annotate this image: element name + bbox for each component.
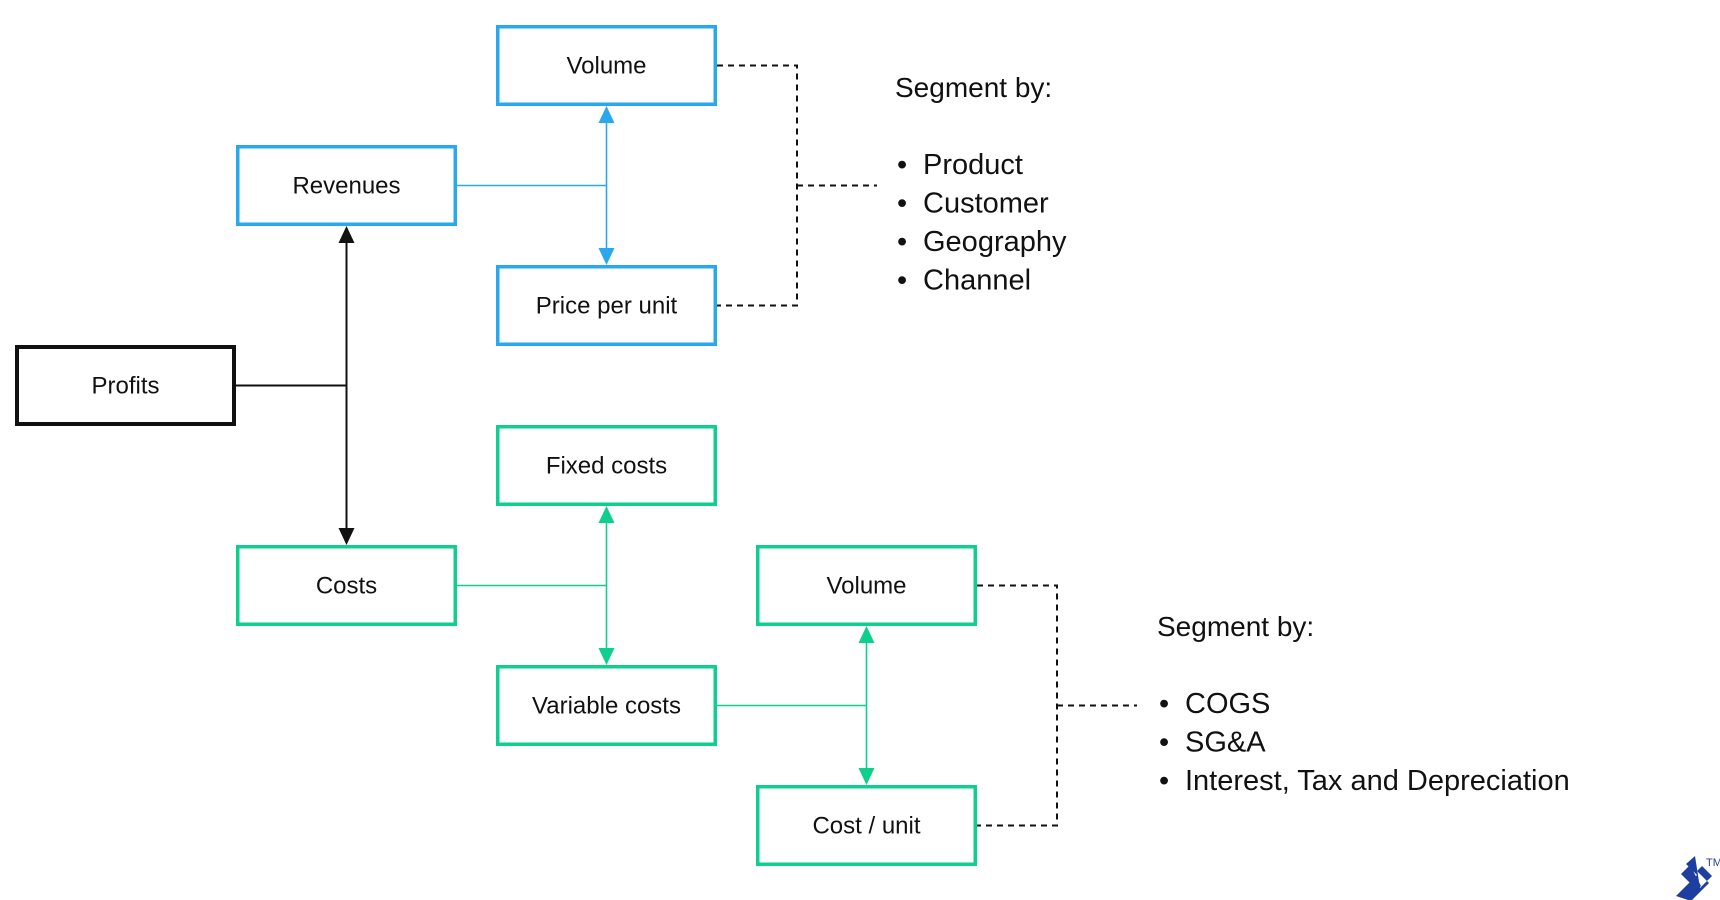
profit-tree-diagram: Profits Revenues Volume Price per unit Costs… — [15, 25, 1720, 900]
node-fixed-costs: Fixed costs — [496, 425, 717, 506]
segment-item: Interest, Tax and Depreciation — [1185, 765, 1570, 797]
segment-lists: Segment by: • Product • Customer • Geography • C… — [717, 64, 1570, 827]
node-label: Revenues — [292, 173, 400, 200]
arrowhead-down-icon — [338, 528, 355, 545]
bullet-icon: • — [1159, 727, 1169, 759]
node-profits: Profits — [15, 345, 236, 426]
arrowhead-up-icon — [598, 106, 615, 123]
node-cost-per-unit: Cost / unit — [756, 785, 977, 866]
node-label: Cost / unit — [812, 813, 920, 840]
node-variable-costs: Variable costs — [496, 665, 717, 746]
segment-item: Customer — [923, 188, 1049, 220]
arrowhead-down-icon — [598, 248, 615, 265]
node-price-per-unit: Price per unit — [496, 265, 717, 346]
node-cost-volume: Volume — [756, 545, 977, 626]
bullet-icon: • — [897, 226, 907, 258]
node-revenues: Revenues — [236, 145, 457, 226]
node-label: Variable costs — [532, 693, 681, 720]
node-revenue-volume: Volume — [496, 25, 717, 106]
segment-bracket — [717, 64, 798, 307]
bullet-icon: • — [897, 188, 907, 220]
bullet-icon: • — [1159, 688, 1169, 720]
connector-variable-costs — [717, 626, 875, 785]
toptal-logo: TM — [1676, 856, 1720, 900]
arrowhead-up-icon — [598, 506, 615, 523]
arrowhead-down-icon — [598, 648, 615, 665]
segment-item: SG&A — [1185, 727, 1266, 759]
node-label: Volume — [566, 53, 646, 80]
node-label: Fixed costs — [546, 453, 667, 480]
segment-bracket — [977, 584, 1058, 827]
segment-item: Geography — [923, 226, 1067, 258]
node-label: Costs — [316, 573, 377, 600]
segment-item: Product — [923, 149, 1023, 181]
bullet-icon: • — [1159, 765, 1169, 797]
node-costs: Costs — [236, 545, 457, 626]
arrowhead-up-icon — [338, 226, 355, 243]
segment-revenue: Segment by: • Product • Customer • Geography • C… — [717, 64, 1067, 307]
connector-profits — [236, 226, 355, 545]
segment-cost: Segment by: • COGS • SG&A • Interest, Tax and … — [977, 584, 1570, 827]
trademark-label: TM — [1706, 857, 1720, 869]
connector-revenues — [457, 106, 615, 265]
segment-title: Segment by: — [895, 72, 1052, 103]
node-label: Profits — [91, 373, 159, 400]
segment-item: Channel — [923, 265, 1031, 297]
segment-title: Segment by: — [1157, 611, 1314, 642]
node-label: Price per unit — [536, 293, 678, 320]
arrowhead-up-icon — [858, 626, 875, 643]
nodes: Profits Revenues Volume Price per unit Costs… — [15, 25, 977, 866]
bullet-icon: • — [897, 265, 907, 297]
connector-costs — [457, 506, 615, 665]
segment-item: COGS — [1185, 688, 1270, 720]
bullet-icon: • — [897, 149, 907, 181]
node-label: Volume — [826, 573, 906, 600]
arrowhead-down-icon — [858, 768, 875, 785]
